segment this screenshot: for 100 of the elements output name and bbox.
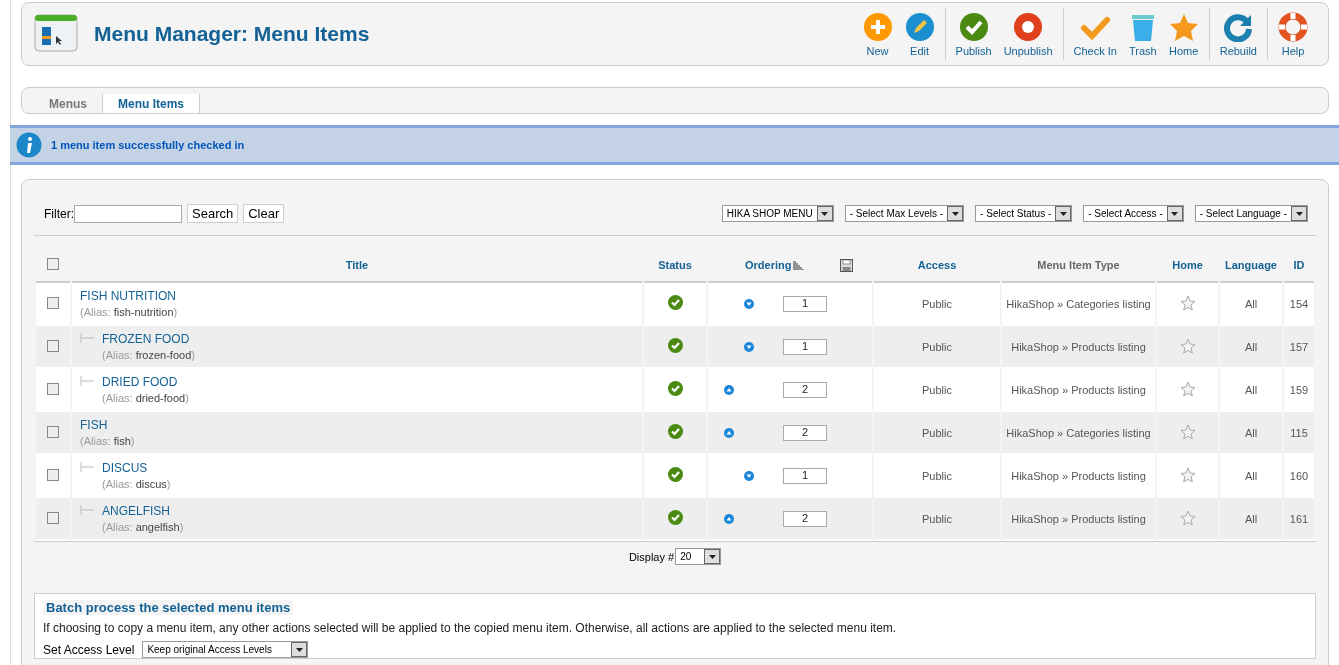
dropdown[interactable]: - Select Max Levels -	[844, 205, 965, 222]
order-field[interactable]: 1	[783, 467, 827, 484]
dropdown[interactable]: Keep original Access Levels	[142, 641, 309, 658]
toolbar-button[interactable]: Home	[1162, 11, 1205, 57]
check-circle-icon	[958, 11, 989, 42]
move-down-icon[interactable]	[744, 341, 754, 352]
filter-label: Filter:	[44, 206, 74, 221]
published-check-icon[interactable]	[667, 510, 683, 525]
toolbar-button[interactable]: Edit	[898, 11, 941, 57]
published-check-icon[interactable]	[667, 381, 683, 396]
window-icon	[34, 14, 78, 54]
column-header[interactable]: ID	[1293, 259, 1305, 271]
move-down-icon[interactable]	[744, 298, 754, 309]
move-down-icon[interactable]	[744, 470, 754, 481]
alias-text: (Alias: fish-nutrition)	[80, 306, 178, 318]
star-icon[interactable]	[1179, 466, 1196, 483]
toolbar-button[interactable]: New	[856, 11, 899, 57]
dropdown[interactable]: 20	[675, 548, 722, 565]
item-type-text: HikaShop » Categories listing	[1006, 297, 1151, 310]
tab[interactable]: Menu Items	[103, 94, 201, 113]
order-field[interactable]: 1	[783, 338, 827, 355]
published-check-icon[interactable]	[667, 295, 683, 310]
published-check-icon[interactable]	[667, 338, 683, 353]
tree-line-icon	[80, 333, 94, 343]
column-header[interactable]: Home	[1172, 259, 1203, 271]
alias-text: (Alias: frozen-food)	[102, 349, 195, 361]
caret-icon	[708, 554, 716, 559]
item-type-text: HikaShop » Products listing	[1011, 383, 1146, 396]
order-field[interactable]: 2	[783, 510, 827, 527]
filter-field[interactable]	[74, 204, 182, 223]
star-icon[interactable]	[1179, 509, 1196, 526]
move-up-icon[interactable]	[724, 384, 734, 395]
item-title-link[interactable]: DISCUS	[102, 461, 171, 475]
caret-icon	[1171, 211, 1179, 216]
star-icon[interactable]	[1179, 294, 1196, 311]
id-text: 161	[1289, 512, 1309, 525]
message-text: 1 menu item successfully checked in	[51, 139, 245, 151]
alias-text: (Alias: discus)	[102, 478, 171, 490]
id-text: 159	[1289, 383, 1309, 396]
order-field[interactable]: 2	[783, 424, 827, 441]
published-check-icon[interactable]	[667, 424, 683, 439]
tree-line-icon	[80, 462, 94, 472]
language-text: All	[1244, 469, 1258, 482]
published-check-icon[interactable]	[667, 467, 683, 482]
star-icon[interactable]	[1179, 337, 1196, 354]
order-field[interactable]: 2	[783, 381, 827, 398]
column-header[interactable]: Status	[658, 259, 692, 271]
alias-text: (Alias: angelfish)	[102, 521, 184, 533]
toolbar-button[interactable]: Trash	[1122, 11, 1163, 57]
row-checkbox[interactable]	[47, 511, 59, 524]
stop-circle-icon	[1013, 11, 1044, 42]
display-label: Display #	[628, 550, 675, 563]
toolbar-button[interactable]: Check In	[1067, 11, 1123, 57]
move-up-icon[interactable]	[724, 427, 734, 438]
column-header[interactable]: Ordering	[745, 259, 792, 271]
row-checkbox[interactable]	[47, 296, 59, 309]
item-title-link[interactable]: FISH	[80, 418, 135, 432]
alias-text: (Alias: fish)	[80, 435, 135, 447]
save-icon[interactable]	[840, 258, 853, 272]
dropdown[interactable]: - Select Language -	[1194, 205, 1308, 222]
access-text: Public	[922, 469, 952, 482]
dropdown[interactable]: - Select Status -	[975, 205, 1073, 222]
star-icon[interactable]	[1179, 380, 1196, 397]
id-text: 154	[1289, 297, 1309, 310]
toolbar-button[interactable]: Rebuild	[1213, 11, 1263, 57]
dropdown[interactable]: HIKA SHOP MENU	[721, 205, 834, 222]
pencil-icon	[904, 11, 935, 42]
batch-description: If choosing to copy a menu item, any other actions selected will be applied to the copied menu item. Otherwise, all actions are applied to the selected menu item.	[43, 621, 898, 635]
item-title-link[interactable]: FISH NUTRITION	[80, 289, 178, 303]
row-checkbox[interactable]	[47, 339, 59, 352]
id-text: 160	[1289, 469, 1309, 482]
column-header[interactable]: Language	[1225, 259, 1277, 271]
row-checkbox[interactable]	[47, 425, 59, 438]
toolbar-button[interactable]: Unpublish	[997, 11, 1059, 57]
id-text: 157	[1289, 340, 1309, 353]
id-text: 115	[1290, 426, 1308, 439]
item-title-link[interactable]: ANGELFISH	[102, 504, 184, 518]
item-title-link[interactable]: FROZEN FOOD	[102, 332, 195, 346]
refresh-icon	[1223, 11, 1254, 42]
filter-button[interactable]: Search	[187, 204, 239, 223]
toolbar-button[interactable]: Publish	[949, 11, 998, 57]
column-header[interactable]: Title	[345, 259, 369, 271]
move-up-icon[interactable]	[724, 513, 734, 524]
row-checkbox[interactable]	[47, 468, 59, 481]
star-icon[interactable]	[1179, 423, 1196, 440]
access-text: Public	[922, 297, 952, 310]
toolbar-button[interactable]: Help	[1272, 11, 1314, 57]
select-all-checkbox[interactable]	[47, 258, 59, 270]
sort-icon	[793, 260, 805, 270]
filter-button[interactable]: Clear	[243, 204, 285, 223]
caret-icon	[951, 211, 959, 216]
access-level-label: Set Access Level	[43, 642, 135, 657]
column-header[interactable]: Access	[917, 259, 957, 271]
language-text: All	[1244, 340, 1258, 353]
item-title-link[interactable]: DRIED FOOD	[102, 375, 189, 389]
order-field[interactable]: 1	[783, 295, 827, 312]
row-checkbox[interactable]	[47, 382, 59, 395]
dropdown[interactable]: - Select Access -	[1083, 205, 1184, 222]
plus-icon	[862, 11, 893, 42]
language-text: All	[1244, 297, 1258, 310]
